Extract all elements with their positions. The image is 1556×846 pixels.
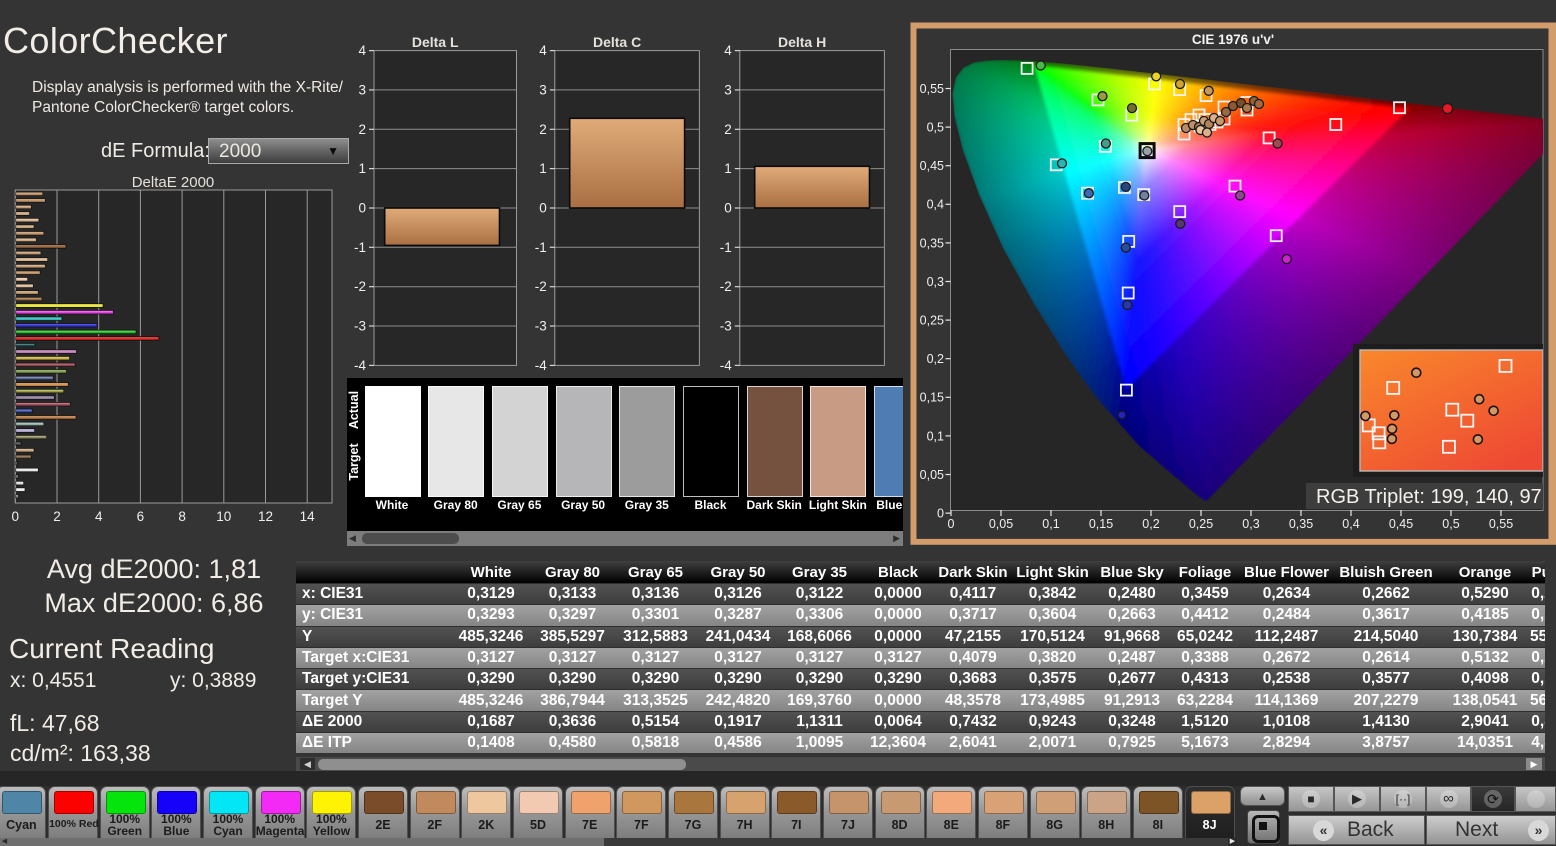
svg-text:0,3: 0,3	[927, 275, 944, 289]
svg-text:0,5: 0,5	[1442, 517, 1459, 531]
svg-text:Delta L: Delta L	[412, 34, 459, 50]
svg-text:0,4: 0,4	[927, 198, 944, 212]
svg-text:0,45: 0,45	[920, 159, 944, 173]
svg-text:0,1: 0,1	[927, 429, 944, 443]
svg-text:3: 3	[358, 82, 366, 97]
svg-text:0: 0	[937, 507, 944, 521]
svg-text:4: 4	[95, 509, 103, 524]
svg-text:Delta H: Delta H	[778, 34, 826, 50]
svg-text:-1: -1	[535, 240, 547, 255]
svg-text:2: 2	[539, 122, 547, 137]
svg-text:2: 2	[724, 122, 732, 137]
svg-text:0,35: 0,35	[920, 236, 944, 250]
svg-text:10: 10	[216, 509, 231, 524]
svg-text:0,4: 0,4	[1342, 517, 1359, 531]
svg-text:3: 3	[724, 82, 732, 97]
svg-text:4: 4	[539, 43, 547, 58]
svg-text:0,25: 0,25	[920, 314, 944, 328]
svg-text:-4: -4	[720, 358, 732, 373]
svg-text:0,35: 0,35	[1289, 517, 1313, 531]
svg-text:-1: -1	[720, 240, 732, 255]
svg-text:14: 14	[300, 509, 316, 524]
svg-text:-2: -2	[720, 279, 732, 294]
svg-text:3: 3	[539, 82, 547, 97]
svg-text:1: 1	[724, 161, 732, 176]
svg-text:8: 8	[178, 509, 186, 524]
svg-text:0: 0	[539, 201, 547, 216]
svg-text:0: 0	[724, 201, 732, 216]
svg-text:2: 2	[358, 122, 366, 137]
svg-text:-3: -3	[720, 319, 732, 334]
svg-text:-2: -2	[535, 279, 547, 294]
svg-text:0,05: 0,05	[920, 468, 944, 482]
svg-text:1: 1	[539, 161, 547, 176]
svg-text:RGB Triplet: 199, 140, 97: RGB Triplet: 199, 140, 97	[1316, 486, 1542, 508]
svg-text:-3: -3	[354, 319, 366, 334]
svg-text:0,15: 0,15	[920, 391, 944, 405]
svg-text:-4: -4	[354, 358, 366, 373]
svg-text:0,55: 0,55	[1489, 517, 1513, 531]
svg-text:DeltaE 2000: DeltaE 2000	[132, 174, 215, 191]
svg-text:0: 0	[358, 201, 366, 216]
svg-text:CIE 1976 u'v': CIE 1976 u'v'	[1192, 32, 1274, 47]
svg-text:4: 4	[724, 43, 732, 58]
svg-text:0,55: 0,55	[920, 82, 944, 96]
svg-text:0: 0	[12, 509, 20, 524]
svg-text:0,25: 0,25	[1189, 517, 1213, 531]
svg-text:0,05: 0,05	[989, 517, 1013, 531]
svg-text:0,2: 0,2	[927, 352, 944, 366]
svg-text:-3: -3	[535, 319, 547, 334]
svg-text:-1: -1	[354, 240, 366, 255]
svg-text:0,5: 0,5	[927, 121, 944, 135]
svg-text:0: 0	[948, 517, 955, 531]
svg-text:-2: -2	[354, 279, 366, 294]
svg-text:-4: -4	[535, 358, 547, 373]
svg-text:12: 12	[258, 509, 273, 524]
svg-text:4: 4	[358, 43, 366, 58]
svg-text:Delta C: Delta C	[593, 34, 641, 50]
svg-text:6: 6	[137, 509, 145, 524]
svg-text:0,45: 0,45	[1389, 517, 1413, 531]
svg-text:0,15: 0,15	[1089, 517, 1113, 531]
svg-text:2: 2	[53, 509, 61, 524]
svg-text:0,1: 0,1	[1042, 517, 1059, 531]
svg-text:0,2: 0,2	[1142, 517, 1159, 531]
svg-text:0,3: 0,3	[1242, 517, 1259, 531]
svg-text:1: 1	[358, 161, 366, 176]
